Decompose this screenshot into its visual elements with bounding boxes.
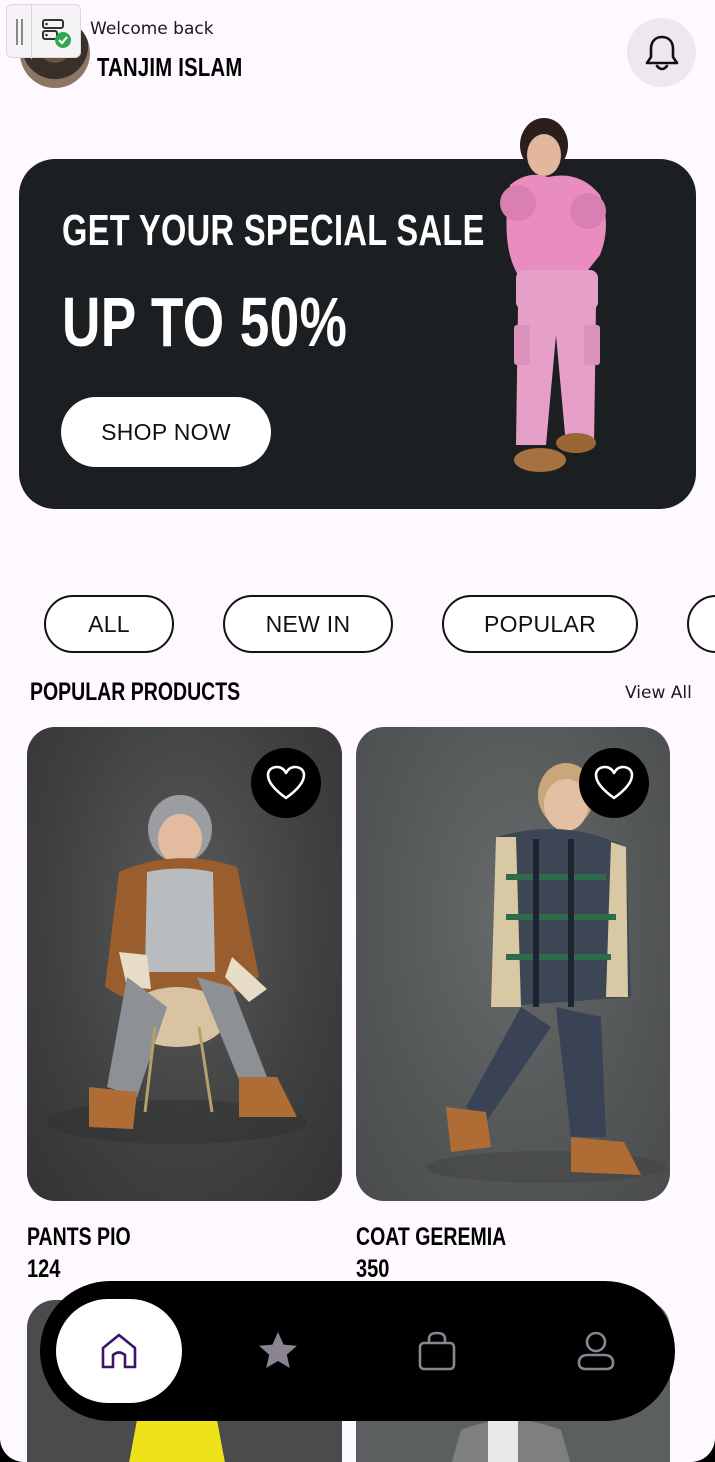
view-all-link[interactable]: View All [625, 683, 692, 703]
nav-profile[interactable] [533, 1299, 659, 1403]
drag-handle-icon[interactable] [16, 19, 23, 45]
inspector-icon[interactable] [41, 18, 73, 50]
bag-icon [418, 1331, 456, 1371]
promo-discount: UP TO 50% [62, 283, 348, 361]
product-name: COAT GEREMIA [356, 1223, 507, 1251]
home-icon [101, 1333, 137, 1369]
user-name: TANJIM ISLAM [97, 52, 243, 82]
product-price: 124 [27, 1255, 61, 1283]
shop-now-button[interactable]: SHOP NOW [61, 397, 271, 467]
nav-cart[interactable] [374, 1299, 500, 1403]
product-name: PANTS PIO [27, 1223, 131, 1251]
product-card[interactable] [27, 727, 342, 1201]
product-card[interactable] [356, 727, 670, 1201]
welcome-text: Welcome back [90, 19, 214, 39]
notifications-button[interactable] [627, 18, 696, 87]
section-title: POPULAR PRODUCTS [30, 678, 241, 706]
nav-favorites[interactable] [215, 1299, 341, 1403]
filter-chip-new-in[interactable]: NEW IN [223, 595, 393, 653]
profile-icon [577, 1331, 615, 1371]
nav-home[interactable] [56, 1299, 182, 1403]
banner-model-image [500, 118, 606, 472]
favorite-button[interactable] [579, 748, 649, 818]
bell-icon [645, 35, 678, 70]
home-screen: Welcome back TANJIM ISLAM GET YOUR SPECI… [0, 0, 715, 1462]
heart-icon [594, 765, 634, 800]
debug-toolbar[interactable] [6, 4, 81, 59]
filter-chip-all[interactable]: ALL [44, 595, 174, 653]
promo-title: GET YOUR SPECIAL SALE [62, 206, 485, 255]
filter-chip-popular[interactable]: POPULAR [442, 595, 638, 653]
star-icon [259, 1332, 297, 1368]
favorite-button[interactable] [251, 748, 321, 818]
product-price: 350 [356, 1255, 390, 1283]
heart-icon [266, 765, 306, 800]
divider [31, 5, 32, 59]
filter-chip-more[interactable] [687, 595, 715, 653]
